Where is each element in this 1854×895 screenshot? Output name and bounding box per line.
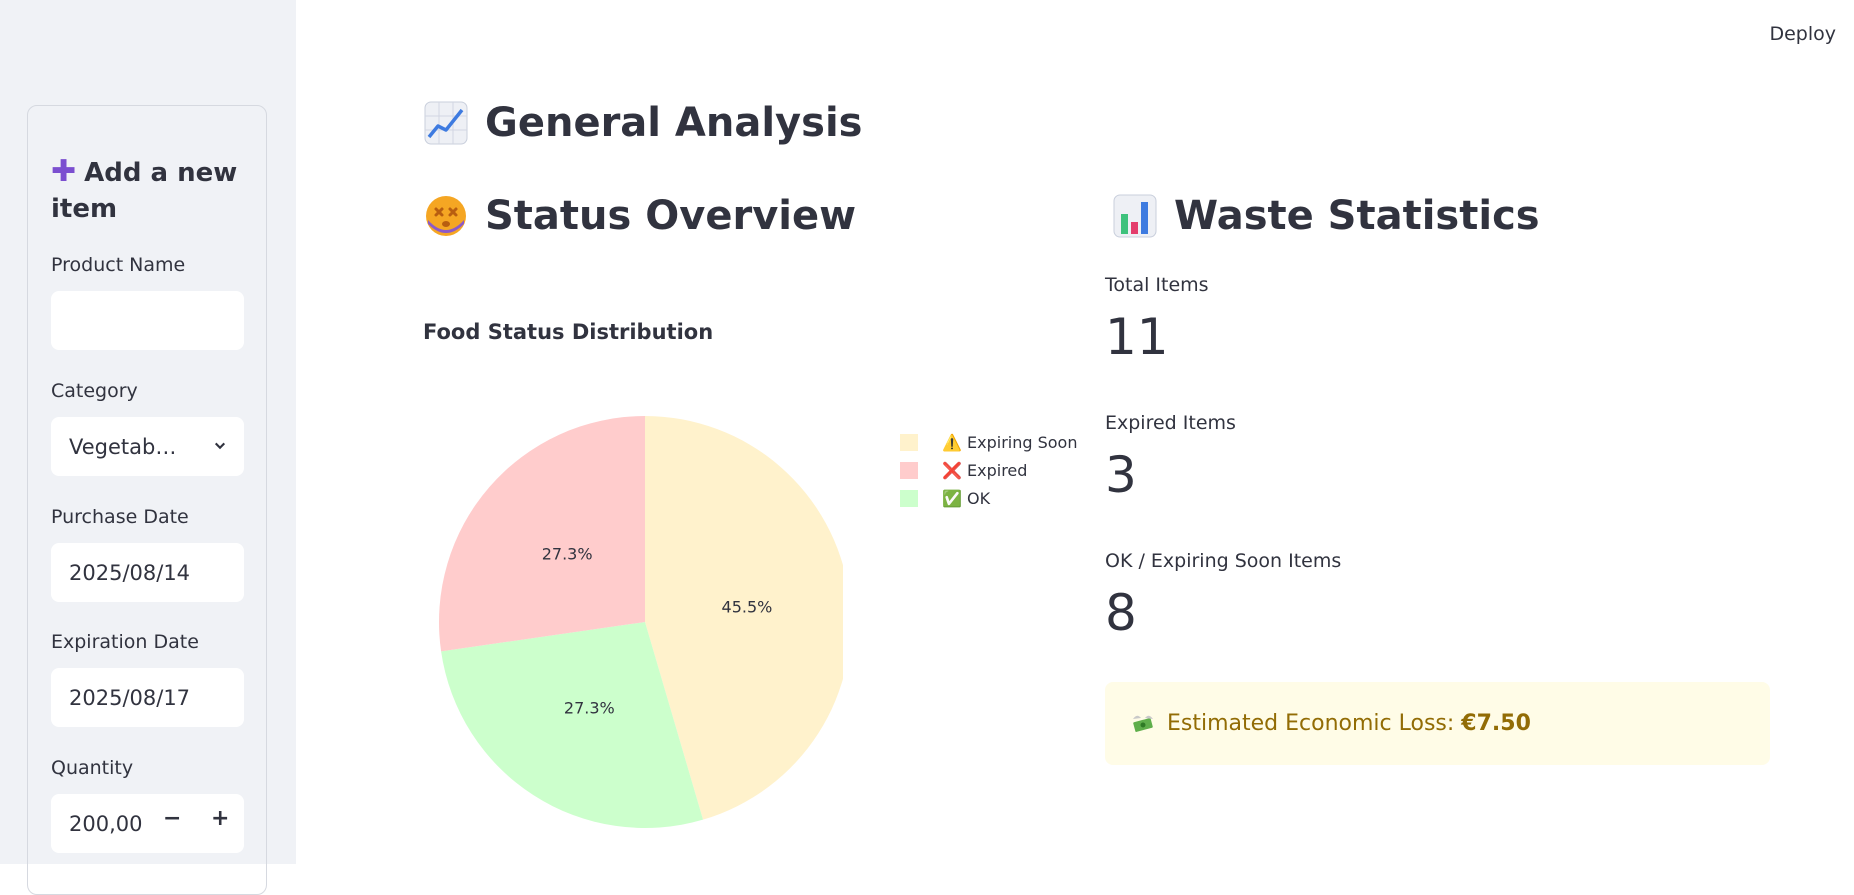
metric-label: OK / Expiring Soon Items xyxy=(1105,550,1342,572)
chart-title: Food Status Distribution xyxy=(423,320,714,344)
page-title-text: General Analysis xyxy=(485,100,863,146)
legend-label: ⚠️ Expiring Soon xyxy=(942,432,1078,452)
pie-slice xyxy=(439,416,645,652)
metric-value: 3 xyxy=(1105,446,1137,504)
pie-chart: 45.5% 27.3% 27.3% xyxy=(439,416,851,828)
metric-value: 8 xyxy=(1105,584,1137,642)
legend-swatch xyxy=(900,433,918,451)
legend-item: ✅ OK xyxy=(900,484,1077,512)
metric-value: 11 xyxy=(1105,308,1169,366)
pie-chart-container: 45.5% 27.3% 27.3% xyxy=(423,400,851,844)
increment-button[interactable]: + xyxy=(211,806,229,831)
status-overview-title: Status Overview xyxy=(485,193,857,239)
form-title: ✚ Add a new item xyxy=(51,154,238,224)
bar-chart-icon xyxy=(1112,194,1158,238)
status-overview-heading: Status Overview xyxy=(423,193,856,239)
metric-label: Total Items xyxy=(1105,274,1209,296)
chart-legend: ⚠️ Expiring Soon ❌ Expired ✅ OK xyxy=(900,428,1077,512)
legend-item: ⚠️ Expiring Soon xyxy=(900,428,1077,456)
category-value: Vegetab… xyxy=(69,434,177,459)
page-title: General Analysis xyxy=(423,100,862,146)
category-label: Category xyxy=(51,380,138,402)
heavy-plus-icon: ✚ xyxy=(51,154,77,189)
decrement-button[interactable]: − xyxy=(163,806,181,831)
legend-label: ✅ OK xyxy=(942,488,991,508)
product-name-label: Product Name xyxy=(51,254,186,276)
legend-swatch xyxy=(900,489,918,507)
money-with-wings-icon xyxy=(1131,713,1155,735)
pie-slice-label: 45.5% xyxy=(722,597,773,616)
product-name-input[interactable] xyxy=(51,291,244,350)
legend-swatch xyxy=(900,461,918,479)
quantity-value[interactable]: 200,00 xyxy=(69,812,142,836)
purchase-date-input[interactable]: 2025/08/14 xyxy=(51,543,244,602)
purchase-date-label: Purchase Date xyxy=(51,506,189,528)
metric-label: Expired Items xyxy=(1105,412,1236,434)
pie-slice-label: 27.3% xyxy=(542,545,593,564)
waste-statistics-title: Waste Statistics xyxy=(1174,193,1540,239)
add-item-form: ✚ Add a new item Product Name Category Ve… xyxy=(27,105,267,895)
sidebar: ✚ Add a new item Product Name Category Ve… xyxy=(0,0,296,895)
legend-item: ❌ Expired xyxy=(900,456,1077,484)
alert-text: Estimated Economic Loss: xyxy=(1167,711,1462,736)
dizzy-face-icon xyxy=(423,194,469,238)
category-select[interactable]: Vegetab… xyxy=(51,417,244,476)
economic-loss-alert: Estimated Economic Loss: €7.50 xyxy=(1105,682,1770,765)
chevron-down-icon xyxy=(214,441,226,453)
quantity-label: Quantity xyxy=(51,757,134,779)
legend-label: ❌ Expired xyxy=(942,460,1028,480)
deploy-button[interactable]: Deploy xyxy=(1769,23,1836,45)
waste-statistics-heading: Waste Statistics xyxy=(1112,193,1540,239)
chart-increasing-icon xyxy=(423,101,469,145)
alert-amount: €7.50 xyxy=(1461,711,1531,736)
expiration-date-label: Expiration Date xyxy=(51,631,199,653)
expiration-date-input[interactable]: 2025/08/17 xyxy=(51,668,244,727)
pie-slice-label: 27.3% xyxy=(564,699,615,718)
